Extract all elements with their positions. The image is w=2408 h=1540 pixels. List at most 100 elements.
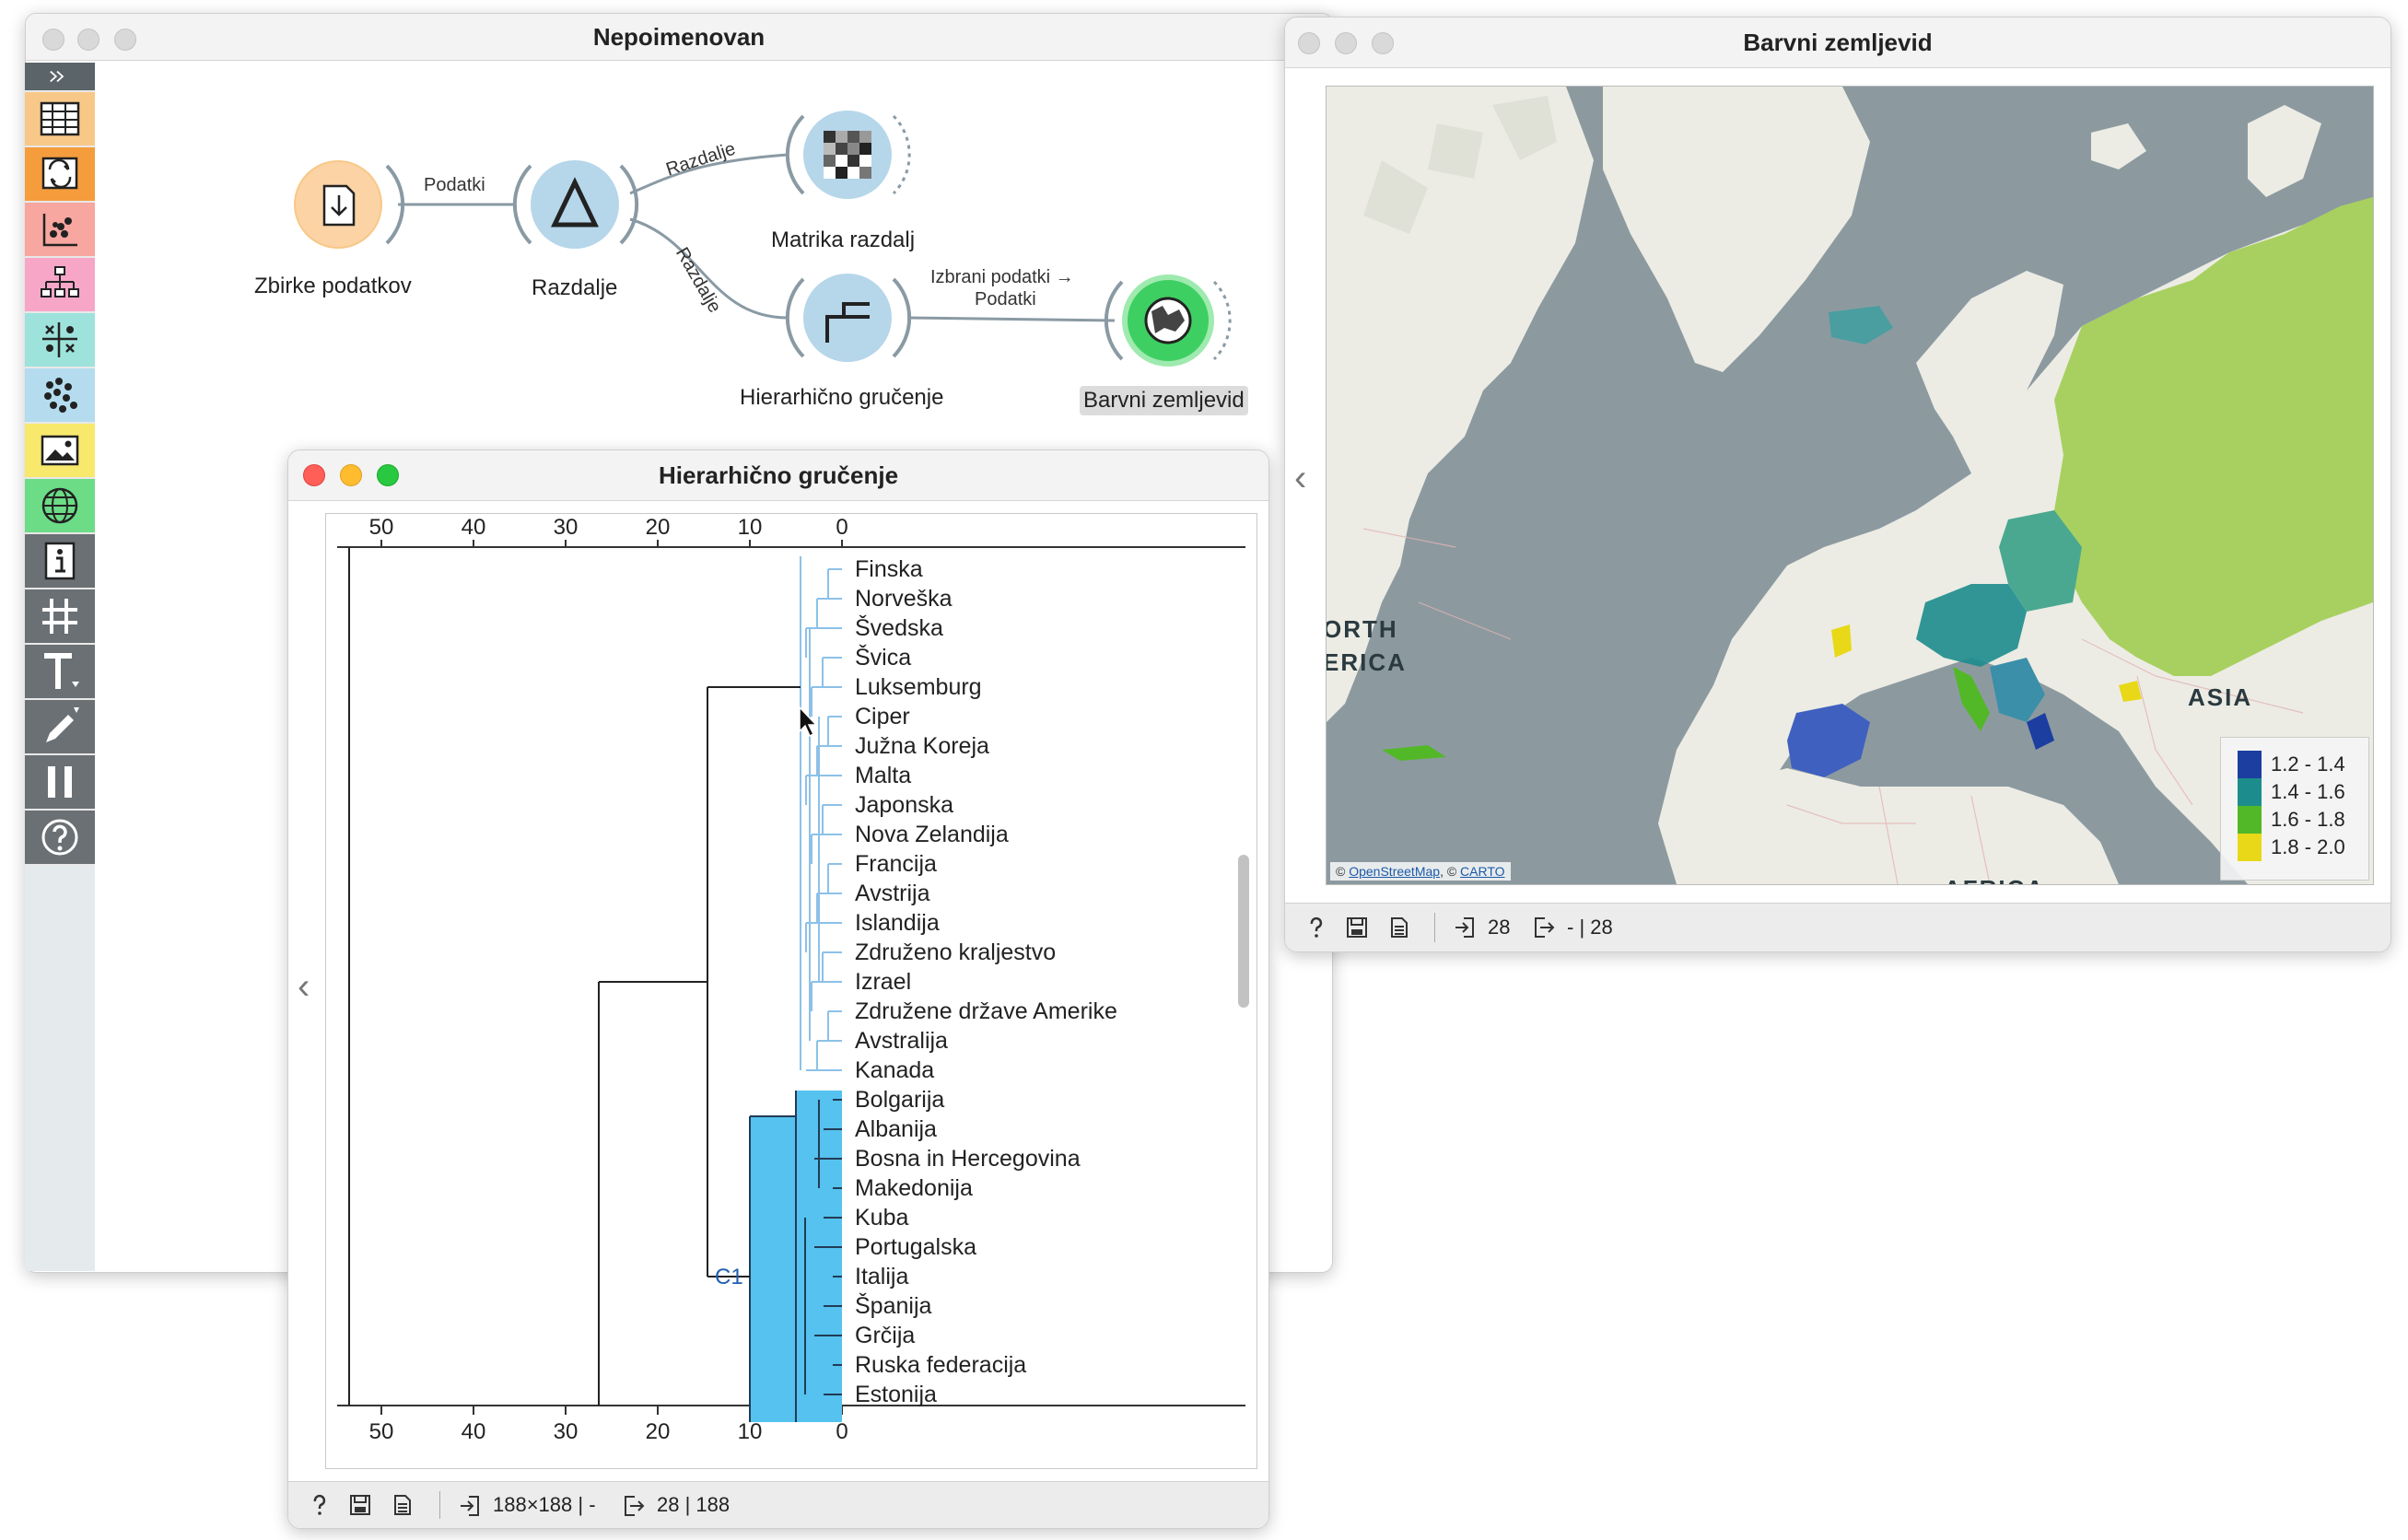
leaf-label[interactable]: Bosna in Hercegovina — [855, 1146, 1081, 1172]
leaf-label[interactable]: Švica — [855, 644, 911, 671]
leaf-label[interactable]: Švedska — [855, 614, 943, 641]
leaf-label[interactable]: Ruska federacija — [855, 1352, 1026, 1378]
help-icon — [41, 819, 78, 856]
axis-tick-label: 10 — [738, 515, 763, 540]
leaf-label[interactable]: Finska — [855, 556, 923, 582]
axis-tick-label: 10 — [738, 1419, 763, 1444]
save-icon[interactable] — [1346, 916, 1368, 939]
leaf-label[interactable]: Albanija — [855, 1116, 937, 1142]
link-label-podatki-2: Podatki — [975, 289, 1036, 309]
node-distances[interactable] — [512, 160, 639, 249]
report-icon[interactable] — [1388, 916, 1410, 939]
node-distance-matrix[interactable] — [785, 111, 911, 199]
leaf-label[interactable]: Luksemburg — [855, 674, 982, 700]
axis-tick-label: 50 — [369, 515, 394, 540]
leaf-label[interactable]: Združene države Amerike — [855, 998, 1117, 1024]
node-label-matrix: Matrika razdalj — [771, 228, 916, 252]
toolbox-text-button[interactable] — [25, 645, 95, 700]
legend-label: 1.4 - 1.6 — [2271, 780, 2345, 803]
leaf-label[interactable]: Kanada — [855, 1057, 934, 1083]
legend-swatch — [2238, 806, 2262, 834]
leaf-label[interactable]: Izrael — [855, 969, 911, 995]
window-title: Barvni zemljevid — [1743, 29, 1933, 56]
osm-link[interactable]: OpenStreetMap — [1349, 864, 1440, 879]
workflow-canvas[interactable] — [0, 0, 1327, 442]
node-choropleth[interactable] — [1104, 274, 1232, 367]
label-asia: ASIA — [2188, 683, 2252, 711]
legend-swatch — [2238, 834, 2262, 861]
link-hier-map[interactable] — [906, 316, 1116, 322]
label-north-america-2: ERICA — [1327, 648, 1407, 676]
map-view[interactable]: ORTH ERICA ASIA AFRICA © OpenStreetMap, … — [1326, 86, 2374, 885]
statusbar-divider — [1434, 913, 1435, 942]
axis-tick-label: 30 — [554, 1419, 579, 1444]
toolbox-pause-button[interactable] — [25, 755, 95, 811]
mouse-cursor — [799, 706, 818, 738]
node-datasets[interactable] — [293, 160, 405, 249]
input-summary: 188×188 | - — [493, 1493, 596, 1516]
leaf-label[interactable]: Španija — [855, 1292, 931, 1319]
collapse-left-arrow[interactable]: ‹ — [298, 966, 310, 1008]
legend-label: 1.6 - 1.8 — [2271, 808, 2345, 831]
map-statusbar: 28 - | 28 — [1285, 903, 2390, 951]
leaf-label[interactable]: Bolgarija — [855, 1087, 944, 1113]
leaf-label[interactable]: Italija — [855, 1264, 908, 1289]
map-attribution: © OpenStreetMap, © CARTO — [1330, 862, 1511, 881]
text-icon — [44, 653, 79, 689]
input-summary: 28 — [1488, 916, 1511, 939]
map-titlebar[interactable]: Barvni zemljevid — [1285, 18, 2390, 68]
map-canvas[interactable]: ORTH ERICA ASIA AFRICA — [1327, 87, 2373, 884]
choropleth-icon — [1144, 297, 1192, 344]
statusbar-divider — [439, 1491, 440, 1519]
legend-label: 1.8 - 2.0 — [2271, 835, 2345, 858]
node-label-distances: Razdalje — [532, 275, 618, 300]
leaf-label[interactable]: Ciper — [855, 704, 910, 729]
dendrogram-area[interactable]: 50 50 40 40 30 30 20 20 10 10 0 0 Finska Norveška Šved… — [325, 513, 1257, 1469]
axis-tick-label: 0 — [836, 515, 847, 540]
selected-cluster-fill[interactable] — [750, 1116, 796, 1422]
leaf-label[interactable]: Estonija — [855, 1382, 937, 1407]
leaf-label[interactable]: Malta — [855, 763, 911, 788]
axis-tick-label: 40 — [462, 1419, 486, 1444]
leaf-label[interactable]: Norveška — [855, 586, 953, 612]
toolbox-grid-button[interactable] — [25, 589, 95, 645]
toolbox-info-button[interactable] — [25, 534, 95, 589]
leaf-label[interactable]: Združeno kraljestvo — [855, 939, 1056, 965]
help-icon[interactable] — [309, 1494, 331, 1516]
toolbox-geo-button[interactable] — [25, 479, 95, 534]
dendrogram-plot[interactable]: 50 50 40 40 30 30 20 20 10 10 0 0 Finska NorveškaŠved… — [326, 514, 1257, 1468]
leaf-label[interactable]: Portugalska — [855, 1234, 976, 1260]
pause-icon — [48, 766, 72, 798]
node-hierarchical[interactable] — [785, 274, 912, 362]
leaf-label[interactable]: Francija — [855, 851, 937, 877]
axis-tick-label: 20 — [646, 515, 671, 540]
leaf-label[interactable]: Južna Koreja — [855, 733, 989, 759]
legend-item: 1.4 - 1.6 — [2238, 778, 2345, 806]
geo-icon — [41, 487, 78, 524]
dendrogram-statusbar: 188×188 | - 28 | 188 — [288, 1481, 1268, 1528]
leaf-label[interactable]: Nova Zelandija — [855, 822, 1009, 847]
label-africa: AFRICA — [1944, 875, 2045, 884]
scrollbar-thumb[interactable] — [1238, 855, 1249, 1008]
leaf-label[interactable]: Japonska — [855, 792, 953, 818]
leaf-label[interactable]: Kuba — [855, 1205, 908, 1231]
leaf-label[interactable]: Makedonija — [855, 1175, 973, 1201]
report-icon[interactable] — [392, 1494, 414, 1516]
cluster-label[interactable]: C1 — [715, 1265, 743, 1289]
label-north-america-1: ORTH — [1327, 615, 1398, 643]
dendrogram-titlebar[interactable]: Hierarhično gručenje — [288, 450, 1268, 501]
leaf-label[interactable]: Avstrija — [855, 881, 930, 906]
leaf-label[interactable]: Grčija — [855, 1323, 915, 1348]
save-icon[interactable] — [349, 1494, 371, 1516]
input-icon — [1455, 917, 1474, 938]
toolbox-help-button[interactable] — [25, 811, 95, 866]
toolbox-paint-button[interactable] — [25, 700, 95, 755]
collapse-left-arrow[interactable]: ‹ — [1294, 458, 1306, 499]
carto-link[interactable]: CARTO — [1460, 864, 1505, 879]
map-window: Barvni zemljevid ‹ ORTH ERICA ASIA © Ope… — [1284, 17, 2391, 952]
leaf-label[interactable]: Avstralija — [855, 1028, 948, 1054]
legend-item: 1.8 - 2.0 — [2238, 834, 2345, 861]
leaf-label[interactable]: Islandija — [855, 910, 940, 936]
help-icon[interactable] — [1305, 916, 1327, 939]
output-icon — [1535, 917, 1555, 938]
